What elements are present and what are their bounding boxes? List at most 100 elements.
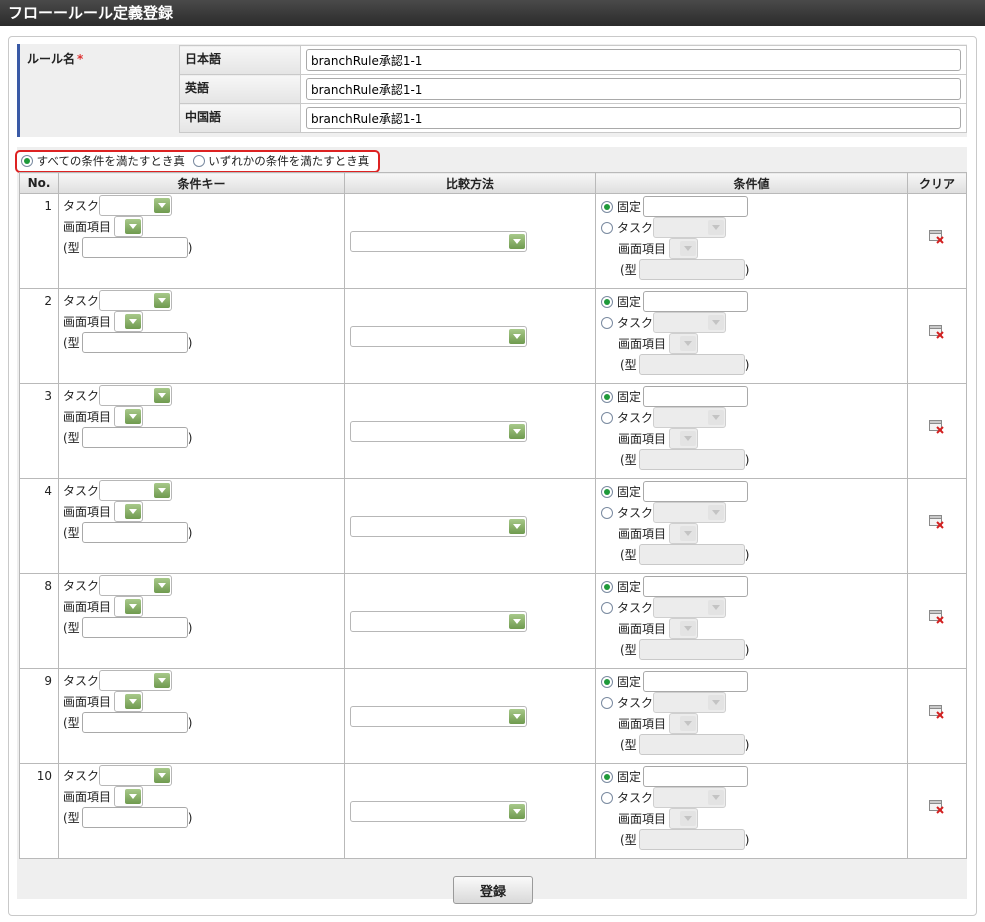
key-task-select[interactable] [99, 385, 173, 406]
clear-cell [907, 478, 967, 574]
value-type-input[interactable] [638, 639, 745, 660]
value-task-radio[interactable] [601, 316, 613, 329]
register-button[interactable]: 登録 [453, 876, 533, 904]
value-task-radio[interactable] [601, 506, 613, 519]
delete-x-icon[interactable] [929, 610, 945, 624]
value-type-open: (型 [620, 453, 637, 467]
delete-x-icon[interactable] [929, 325, 945, 339]
key-screen-item-select[interactable] [114, 786, 144, 807]
value-task-radio[interactable] [601, 791, 613, 804]
key-screen-item-select[interactable] [114, 501, 144, 522]
value-fixed-input[interactable] [643, 291, 749, 312]
key-type-input[interactable] [81, 617, 188, 638]
key-task-select[interactable] [99, 670, 173, 691]
compare-method-select[interactable] [350, 610, 527, 632]
value-type-input[interactable] [638, 354, 745, 375]
any-condition-option[interactable]: いずれかの条件を満たすとき真 [192, 154, 369, 168]
chevron-down-icon [509, 423, 525, 439]
value-fixed-radio[interactable] [601, 390, 613, 403]
key-screen-item-select[interactable] [114, 596, 144, 617]
value-task-select[interactable] [653, 217, 727, 238]
value-task-radio[interactable] [601, 696, 613, 709]
delete-x-icon[interactable] [929, 515, 945, 529]
key-task-select[interactable] [99, 290, 173, 311]
key-type-input[interactable] [81, 712, 188, 733]
compare-method-select[interactable] [350, 325, 527, 347]
key-screen-item-select[interactable] [114, 406, 144, 427]
value-task-select[interactable] [653, 312, 727, 333]
key-type-input[interactable] [81, 522, 188, 543]
compare-method-select[interactable] [350, 230, 527, 252]
value-task-radio[interactable] [601, 221, 613, 234]
value-type-input[interactable] [638, 259, 745, 280]
all-conditions-option[interactable]: すべての条件を満たすとき真 [21, 154, 185, 168]
key-screen-item-label: 画面項目 [63, 315, 112, 329]
value-screen-item-select[interactable] [669, 523, 699, 544]
value-fixed-input[interactable] [643, 481, 749, 502]
key-type-open: (型 [63, 811, 80, 825]
radio-checked-icon[interactable] [21, 155, 33, 167]
key-task-select[interactable] [99, 195, 173, 216]
value-fixed-radio[interactable] [601, 200, 613, 213]
value-type-input[interactable] [638, 544, 745, 565]
value-task-select[interactable] [653, 502, 727, 523]
key-task-select[interactable] [99, 765, 173, 786]
value-screen-item-select[interactable] [669, 428, 699, 449]
value-fixed-input[interactable] [643, 196, 749, 217]
value-screen-item-select[interactable] [669, 333, 699, 354]
key-task-select[interactable] [99, 480, 173, 501]
value-fixed-radio[interactable] [601, 580, 613, 593]
value-fixed-radio[interactable] [601, 770, 613, 783]
table-row: 8 タスク 画面項目 (型) 固定 タスク 画面項目 (型) [19, 573, 967, 669]
value-fixed-input[interactable] [643, 671, 749, 692]
delete-x-icon[interactable] [929, 420, 945, 434]
delete-x-icon[interactable] [929, 705, 945, 719]
delete-x-icon[interactable] [929, 800, 945, 814]
compare-method-select[interactable] [350, 800, 527, 822]
key-screen-item-select[interactable] [114, 216, 144, 237]
chevron-down-icon [154, 388, 171, 403]
key-type-input[interactable] [81, 427, 188, 448]
value-task-radio[interactable] [601, 411, 613, 424]
key-type-input[interactable] [81, 807, 188, 828]
value-screen-item-select[interactable] [669, 618, 699, 639]
value-type-input[interactable] [638, 829, 745, 850]
value-fixed-input[interactable] [643, 576, 749, 597]
rule-name-ja-input[interactable] [306, 49, 961, 71]
value-fixed-input[interactable] [643, 766, 749, 787]
compare-method-select[interactable] [350, 515, 527, 537]
delete-x-icon[interactable] [929, 230, 945, 244]
value-screen-item-select[interactable] [669, 713, 699, 734]
value-fixed-input[interactable] [643, 386, 749, 407]
row-number: 1 [19, 193, 59, 289]
rule-name-en-input[interactable] [306, 78, 961, 100]
key-type-close: ) [187, 335, 193, 350]
value-task-select[interactable] [653, 597, 727, 618]
value-type-input[interactable] [638, 449, 745, 470]
value-type-open: (型 [620, 643, 637, 657]
key-screen-item-select[interactable] [114, 691, 144, 712]
chevron-down-icon [680, 241, 697, 256]
window-title: フローールール定義登録 [0, 0, 985, 26]
value-fixed-radio[interactable] [601, 295, 613, 308]
value-screen-item-label: 画面項目 [618, 622, 667, 636]
value-task-radio[interactable] [601, 601, 613, 614]
value-type-input[interactable] [638, 734, 745, 755]
rule-name-zh-input[interactable] [306, 107, 961, 129]
value-screen-item-select[interactable] [669, 808, 699, 829]
value-screen-item-select[interactable] [669, 238, 699, 259]
key-type-input[interactable] [81, 332, 188, 353]
compare-method-select[interactable] [350, 705, 527, 727]
conditions-table: No. 条件キー 比較方法 条件値 クリア 1 タスク 画面項目 (型) 固定 … [19, 172, 967, 859]
radio-unchecked-icon[interactable] [192, 155, 205, 167]
key-task-select[interactable] [99, 575, 173, 596]
value-fixed-radio[interactable] [601, 485, 613, 498]
value-task-select[interactable] [653, 787, 727, 808]
value-fixed-radio[interactable] [601, 675, 613, 688]
key-screen-item-select[interactable] [114, 311, 144, 332]
condition-value-cell: 固定 タスク 画面項目 (型) [595, 573, 908, 669]
value-task-select[interactable] [653, 407, 727, 428]
compare-method-select[interactable] [350, 420, 527, 442]
value-task-select[interactable] [653, 692, 727, 713]
key-type-input[interactable] [81, 237, 188, 258]
